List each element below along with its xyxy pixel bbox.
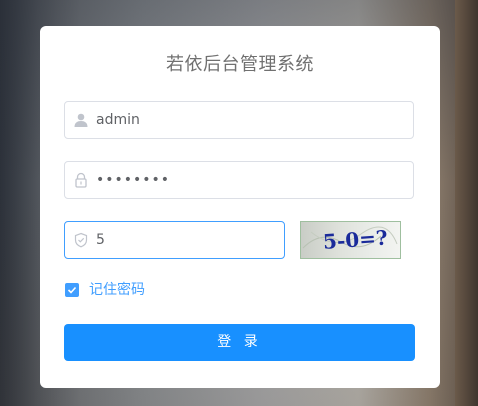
captcha-value: 5 bbox=[96, 232, 105, 248]
remember-label[interactable]: 记住密码 bbox=[89, 282, 145, 298]
password-field[interactable]: •••••••• bbox=[64, 161, 414, 199]
shield-icon bbox=[73, 232, 89, 248]
username-value: admin bbox=[96, 112, 140, 128]
page-title: 若依后台管理系统 bbox=[166, 54, 314, 75]
user-icon bbox=[73, 112, 89, 128]
lock-icon bbox=[73, 172, 89, 188]
username-field[interactable]: admin bbox=[64, 101, 414, 139]
login-card: 若依后台管理系统 admin •••••••• 5 5-0=? 记住密码 登 录 bbox=[40, 26, 440, 388]
captcha-image-text: 5-0=? bbox=[322, 225, 388, 253]
login-button[interactable]: 登 录 bbox=[64, 324, 415, 361]
captcha-field[interactable]: 5 bbox=[64, 221, 285, 259]
remember-checkbox[interactable] bbox=[65, 283, 79, 297]
background-image-edge bbox=[455, 0, 478, 406]
password-value: •••••••• bbox=[96, 172, 171, 188]
captcha-image[interactable]: 5-0=? bbox=[300, 221, 401, 259]
